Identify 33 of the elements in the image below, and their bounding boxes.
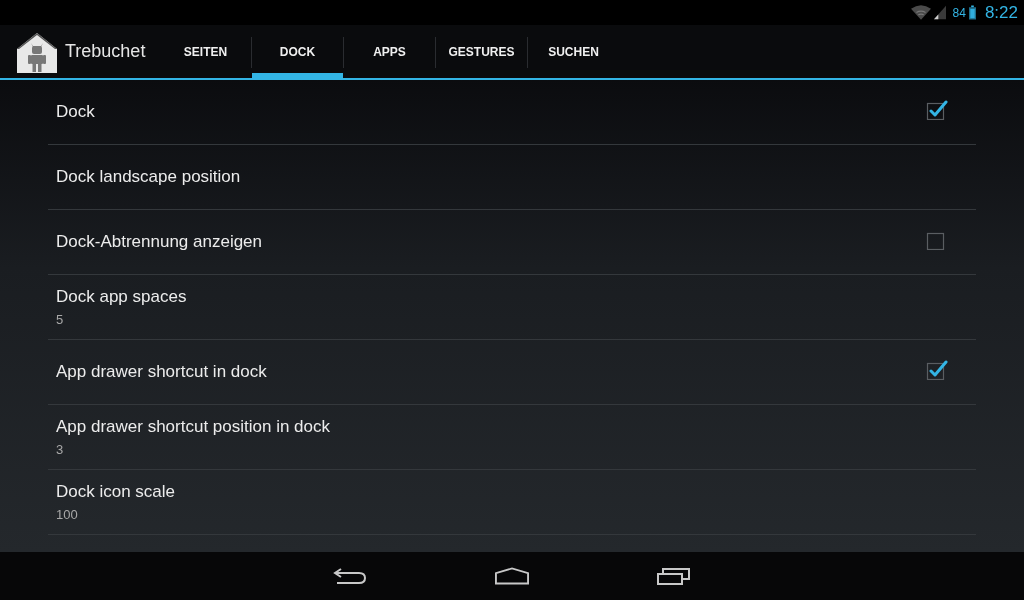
settings-row[interactable]: App drawer shortcut position in dock 3: [48, 405, 976, 470]
wifi-icon: [910, 5, 931, 20]
clock-text: 8:22: [984, 2, 1018, 23]
setting-value: 3: [56, 442, 65, 457]
tab[interactable]: APPS: [344, 25, 435, 78]
tab[interactable]: SUCHEN: [528, 25, 619, 78]
tab[interactable]: SEITEN: [160, 25, 251, 78]
battery-level-text: 84: [952, 5, 966, 20]
settings-row[interactable]: App drawer shortcut in dock: [48, 340, 976, 405]
settings-row[interactable]: Dock landscape position: [48, 145, 976, 210]
setting-value: 100: [56, 507, 79, 522]
setting-title: Dock app spaces: [56, 287, 187, 307]
tab[interactable]: GESTURES: [436, 25, 527, 78]
back-icon[interactable]: [333, 567, 367, 585]
app-title: Trebuchet: [65, 41, 147, 62]
house-robot-icon[interactable]: [17, 33, 57, 73]
signal-icon: [933, 5, 946, 20]
home-icon[interactable]: [495, 567, 529, 585]
recent-apps-icon[interactable]: [657, 567, 691, 585]
settings-row[interactable]: Dock-Abtrennung anzeigen: [48, 210, 976, 275]
battery-icon: [968, 5, 976, 20]
settings-row[interactable]: Dock icon scale 100: [48, 470, 976, 535]
setting-title: Dock landscape position: [56, 167, 241, 187]
checkbox[interactable]: [926, 360, 948, 380]
setting-title: Dock-Abtrennung anzeigen: [56, 232, 263, 252]
settings-row[interactable]: Dock: [48, 80, 976, 145]
setting-title: App drawer shortcut in dock: [56, 362, 267, 382]
setting-title: Dock icon scale: [56, 482, 176, 502]
settings-row[interactable]: Dock app spaces 5: [48, 275, 976, 340]
setting-value: 5: [56, 312, 65, 327]
checkbox[interactable]: [926, 100, 948, 120]
setting-title: Dock: [56, 102, 95, 122]
setting-title: App drawer shortcut position in dock: [56, 417, 331, 437]
